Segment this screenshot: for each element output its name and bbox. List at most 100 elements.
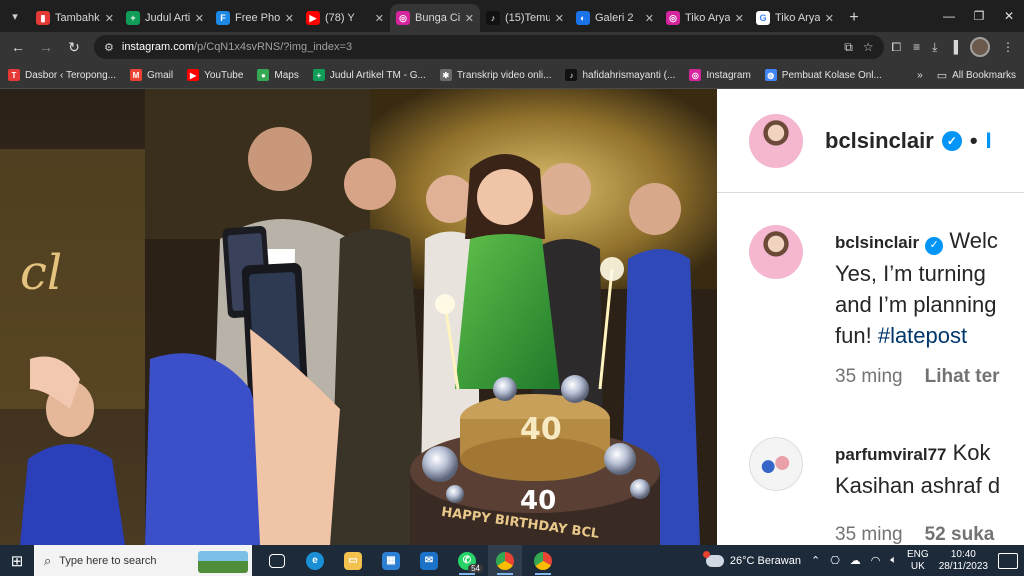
chrome-profile-icon[interactable] — [526, 545, 560, 576]
commenter-avatar[interactable] — [749, 437, 803, 491]
close-window-icon[interactable]: ✕ — [994, 0, 1024, 32]
caption-time[interactable]: 35 ming — [835, 361, 903, 392]
more-bookmarks-icon[interactable]: » — [917, 70, 923, 81]
bookmark-item[interactable]: ✱ Transkrip video onli... — [439, 69, 551, 81]
comment-time[interactable]: 35 ming — [835, 519, 903, 545]
address-bar[interactable]: ⚙ instagram.com/p/CqN1x4svRNS/?img_index… — [94, 35, 884, 59]
back-icon[interactable]: ← — [6, 35, 30, 59]
follow-button[interactable]: I — [986, 128, 992, 154]
browser-tab[interactable]: + Judul Artikel ✕ — [120, 4, 210, 32]
taskbar-clock[interactable]: 10:40 28/11/2023 — [939, 549, 988, 573]
tab-favicon-icon: F — [216, 11, 230, 25]
url-host: instagram.com — [121, 41, 195, 53]
task-view-icon[interactable] — [260, 545, 294, 576]
browser-tab[interactable]: ▮ Tambahkan ✕ — [30, 4, 120, 32]
tab-close-icon[interactable]: ✕ — [645, 12, 654, 25]
browser-tab[interactable]: ♪ (15)Temu ✕ — [480, 4, 570, 32]
cloud-sync-icon[interactable]: ☁ — [850, 554, 861, 567]
media-control-icon[interactable]: ≡ — [913, 40, 920, 54]
minimize-icon[interactable]: — — [934, 0, 964, 32]
post-photo[interactable]: cl 40 40 HAPPY BIRTHDAY BCL — [0, 89, 717, 545]
mail-icon[interactable]: ✉ — [412, 545, 446, 576]
install-app-icon[interactable]: ⧉ — [844, 40, 853, 55]
forward-icon[interactable]: → — [34, 35, 58, 59]
tab-favicon-icon: ▶ — [306, 11, 320, 25]
meet-now-icon[interactable]: ⎔ — [830, 554, 840, 567]
browser-tab[interactable]: ◐ Galeri 2 ✕ — [570, 4, 660, 32]
url-text[interactable]: instagram.com/p/CqN1x4svRNS/?img_index=3 — [122, 41, 352, 53]
reload-icon[interactable]: ↻ — [62, 35, 86, 59]
volume-icon[interactable]: 🔈︎ — [890, 554, 897, 567]
bookmark-favicon-icon: ● — [257, 69, 270, 81]
tab-close-icon[interactable]: ✕ — [825, 12, 834, 25]
language-indicator[interactable]: ENG UK — [907, 549, 929, 573]
tab-title: Galeri 2 — [595, 12, 634, 24]
page-content: cl 40 40 HAPPY BIRTHDAY BCL bclsinclair … — [0, 89, 1024, 545]
tab-close-icon[interactable]: ✕ — [375, 12, 384, 25]
site-info-icon[interactable]: ⚙ — [104, 41, 114, 54]
tab-close-icon[interactable]: ✕ — [195, 12, 204, 25]
windows-start-icon[interactable]: ⊞ — [0, 545, 34, 576]
bookmark-item[interactable]: ● Maps — [257, 69, 299, 81]
tab-title: Tambahkan — [55, 12, 100, 24]
comment-likes[interactable]: 52 suka — [925, 519, 995, 545]
menu-icon[interactable]: ⋮ — [1002, 40, 1014, 54]
tab-close-icon[interactable]: ✕ — [555, 12, 564, 25]
all-bookmarks-button[interactable]: ▭ All Bookmarks — [937, 69, 1016, 82]
bookmark-star-icon[interactable]: ☆ — [863, 40, 874, 55]
chrome-icon[interactable] — [488, 545, 522, 576]
hashtag-link[interactable]: #latepost — [878, 323, 967, 348]
notification-center-icon[interactable] — [998, 552, 1018, 569]
profile-avatar[interactable] — [970, 37, 990, 57]
tab-title: Tiko Aryawardhana — [685, 12, 730, 24]
browser-tab[interactable]: G Tiko Aryawardhana ✕ — [750, 4, 840, 32]
tab-favicon-icon: G — [756, 11, 770, 25]
tab-search-icon[interactable]: ▾ — [0, 0, 30, 32]
file-explorer-icon[interactable]: ▭ — [336, 545, 370, 576]
wifi-icon[interactable]: ◠ — [871, 554, 881, 567]
caption-line-4: fun! — [835, 323, 872, 348]
tab-favicon-icon: ♪ — [486, 11, 500, 25]
comment-text-1: Kok — [952, 440, 991, 465]
bookmark-item[interactable]: T Dasbor ‹ Teropong... — [8, 69, 116, 81]
bookmark-item[interactable]: ▶ YouTube — [187, 69, 243, 81]
side-panel-icon[interactable]: ▐ — [949, 40, 958, 54]
show-hidden-icons-icon[interactable]: ⌃ — [811, 554, 820, 567]
browser-tab[interactable]: ◎ Tiko Aryawardhana ✕ — [660, 4, 750, 32]
tab-title: Tiko Aryawardhana — [775, 12, 820, 24]
weather-widget[interactable]: 26°C Berawan — [702, 550, 801, 567]
tab-close-icon[interactable]: ✕ — [285, 12, 294, 25]
edge-icon[interactable]: e — [298, 545, 332, 576]
download-icon[interactable]: ⤓ — [932, 40, 937, 55]
tab-title: Bunga Citra — [415, 12, 460, 24]
browser-tab[interactable]: F Free Photo ✕ — [210, 4, 300, 32]
browser-tab[interactable]: ◎ Bunga Citra ✕ — [390, 4, 480, 32]
bookmark-label: hafidahrismayanti (... — [582, 69, 676, 81]
author-username[interactable]: bclsinclair — [825, 128, 934, 154]
bookmark-item[interactable]: + Judul Artikel TM - G... — [312, 69, 426, 81]
caption-username[interactable]: bclsinclair — [835, 233, 919, 252]
bookmark-item[interactable]: ◎ Instagram — [689, 69, 751, 81]
taskbar-search-box[interactable]: ⌕ Type here to search — [34, 545, 252, 576]
extensions-icon[interactable]: ⧠ — [892, 40, 902, 55]
new-tab-button[interactable]: + — [840, 4, 868, 32]
restore-icon[interactable]: ❐ — [964, 0, 994, 32]
store-icon[interactable]: ▦ — [374, 545, 408, 576]
browser-tab[interactable]: ▶ (78) Y ✕ — [300, 4, 390, 32]
caption-avatar[interactable] — [749, 225, 803, 279]
bookmark-item[interactable]: ◍ Pembuat Kolase Onl... — [764, 69, 882, 81]
bookmark-label: Instagram — [706, 69, 751, 81]
bookmark-item[interactable]: ♪ hafidahrismayanti (... — [565, 69, 675, 81]
bookmark-favicon-icon: ◍ — [764, 69, 777, 81]
tab-favicon-icon: ◎ — [666, 11, 680, 25]
tab-close-icon[interactable]: ✕ — [465, 12, 474, 25]
author-avatar[interactable] — [749, 113, 803, 168]
bookmark-item[interactable]: M Gmail — [129, 69, 173, 81]
commenter-username[interactable]: parfumviral77 — [835, 445, 947, 464]
whatsapp-icon[interactable]: ✆ 54 — [450, 545, 484, 576]
clock-time: 10:40 — [950, 548, 976, 560]
see-translation-link[interactable]: Lihat ter — [925, 361, 1000, 392]
tab-close-icon[interactable]: ✕ — [735, 12, 744, 25]
cake-top-number: 40 — [520, 412, 562, 447]
tab-close-icon[interactable]: ✕ — [105, 12, 114, 25]
